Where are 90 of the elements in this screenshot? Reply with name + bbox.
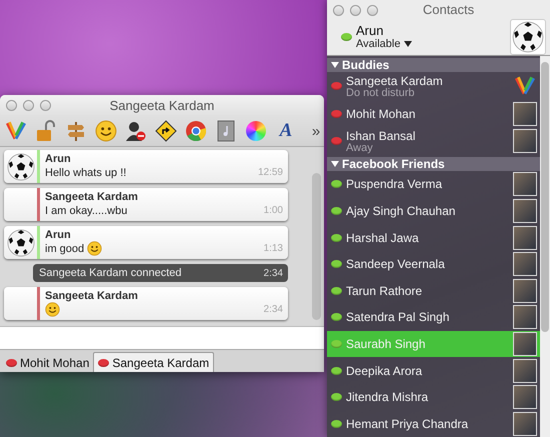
zoom-window-button[interactable] [40,100,51,111]
v-logo-icon [514,75,536,98]
photo-placeholder [513,358,537,383]
toolbar-button[interactable] [124,119,148,143]
document-icon [215,120,237,142]
soccer-ball-icon [512,20,544,53]
message-time: 12:59 [258,167,283,178]
contact-name: Deepika Arora [346,364,424,378]
photo-placeholder [513,129,537,154]
color-wheel-icon [246,121,266,141]
sender-name: Sangeeta Kardam [45,290,139,302]
smiley-icon [95,120,117,142]
contact-row[interactable]: Puspendra Verma [327,171,540,198]
message-time: 1:13 [264,243,283,254]
message-text: im good [45,242,84,254]
contact-row[interactable]: Satendra Pal Singh [327,304,540,331]
contact-row[interactable]: Tarun Rathore [327,277,540,304]
minimize-window-button[interactable] [350,5,361,16]
photo-placeholder [513,385,537,410]
user-name: Arun [356,23,384,38]
photo-placeholder [513,172,537,196]
photo-placeholder [513,252,537,276]
scrollbar-thumb[interactable] [541,62,549,332]
sender-name: Arun [45,152,72,164]
contact-name: Sandeep Veernala [346,257,446,272]
photo-placeholder [513,198,537,223]
contact-status: Do not disturb [346,86,416,99]
soccer-ball-icon [6,228,34,256]
scrollbar-thumb[interactable] [312,173,321,320]
status-text: Sangeeta Kardam connected [39,267,182,279]
minimize-window-button[interactable] [23,100,34,111]
padlock-icon [35,120,57,142]
message-time: 2:34 [264,304,283,315]
signpost-icon [65,120,87,142]
chat-tab[interactable]: Sangeeta Kardam [93,352,214,372]
photo-placeholder [513,102,537,126]
contact-name: Tarun Rathore [346,284,424,298]
contact-name: Satendra Pal Singh [346,310,450,324]
group-header[interactable]: Buddies [327,58,540,72]
contact-row[interactable]: Jitendra Mishra [327,384,540,410]
contact-name: Puspendra Verma [346,177,444,192]
photo-placeholder [513,332,537,356]
photo-placeholder [513,412,537,436]
contact-name: Hemant Priya Chandra [346,416,470,431]
group-name: Buddies [342,58,390,72]
contact-name: Harshal Jawa [346,230,420,245]
road-sign-icon [155,120,177,142]
message-input-field[interactable] [0,326,324,350]
caret-icon [404,41,412,48]
photo-placeholder [513,226,537,250]
contact-row[interactable]: Deepika Arora [327,357,540,384]
message-time: 1:00 [264,205,283,216]
contact-status: Away [346,142,374,154]
contact-name: Mohit Mohan [346,106,416,121]
browser-icon [185,120,207,142]
message-time: 2:34 [264,268,283,279]
zoom-window-button[interactable] [367,5,378,16]
soccer-ball-icon [6,152,34,180]
sender-name: Arun [45,228,72,240]
window-title: Sangeeta Kardam [110,98,214,113]
contact-name: Saurabh Singh [346,336,426,351]
window-title: Contacts [422,2,474,17]
overflow-button[interactable]: » [304,119,324,143]
sender-name: Sangeeta Kardam [45,190,139,202]
message-text: Hello whats up !! [45,166,126,178]
chat-tab[interactable]: Mohit Mohan [2,353,94,372]
close-window-button[interactable] [6,100,17,111]
font-button[interactable]: A [274,119,298,143]
contact-row[interactable]: Mohit Mohan [327,100,540,128]
group-name: Facebook Friends [342,157,445,172]
photo-placeholder [513,278,537,303]
message-text: I am okay.....wbu [45,204,128,216]
contact-row[interactable]: Ajay Singh Chauhan [327,198,540,224]
contact-row[interactable]: Sandeep Veernala [327,250,540,278]
contact-row[interactable]: Sangeeta Kardam Do not disturb [327,72,540,100]
contact-row[interactable]: Ishan Bansal Away [327,127,540,156]
contact-row[interactable]: Hemant Priya Chandra [327,410,540,437]
photo-placeholder [513,305,537,330]
group-header[interactable]: Facebook Friends [327,157,540,172]
toolbar-button[interactable] [94,119,118,143]
contact-name: Sangeeta Kardam [346,74,444,88]
contact-name: Ishan Bansal [346,128,416,143]
toolbar-button[interactable] [154,119,178,143]
contact-name: Jitendra Mishra [346,390,430,404]
close-window-button[interactable] [333,5,344,16]
contact-name: Ajay Singh Chauhan [346,204,456,218]
status-menu[interactable]: Available [356,38,510,50]
v-logo-icon [5,120,27,142]
contact-row[interactable]: Harshal Jawa [327,224,540,251]
person-block-icon [125,120,147,142]
